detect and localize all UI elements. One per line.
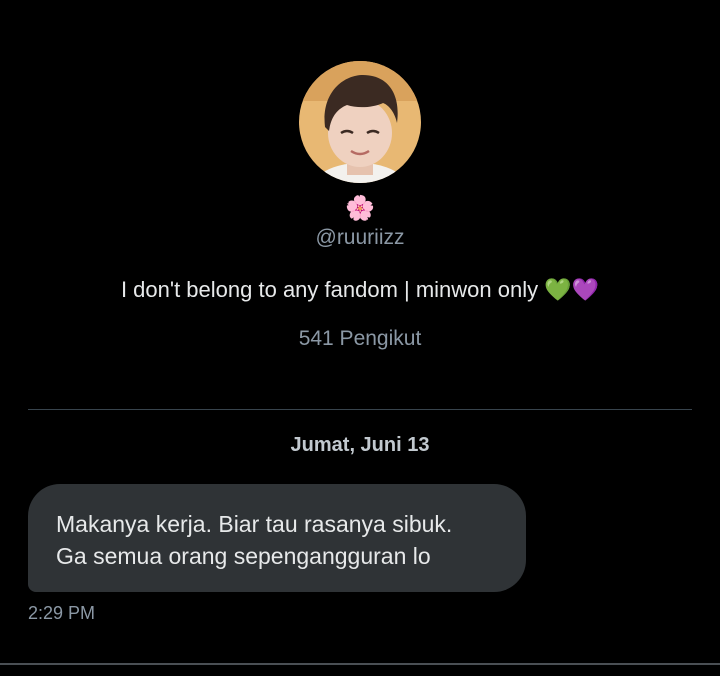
divider — [28, 409, 692, 410]
message-timestamp: 2:29 PM — [28, 603, 96, 623]
message-bubble[interactable]: Makanya kerja. Biar tau rasanya sibuk. G… — [28, 484, 526, 592]
message-text-line: Makanya kerja. Biar tau rasanya sibuk. — [56, 511, 453, 537]
followers-count[interactable]: 541 Pengikut — [0, 325, 720, 353]
date-separator: Jumat, Juni 13 — [290, 434, 430, 456]
profile-photo-icon — [299, 61, 421, 183]
profile-bio: I don't belong to any fandom | minwon on… — [120, 277, 600, 302]
composer-divider — [0, 663, 720, 665]
profile-handle[interactable]: @ruuriizz — [0, 224, 720, 252]
avatar[interactable] — [299, 61, 421, 183]
message-text-line: Ga semua orang sepengangguran lo — [56, 543, 431, 569]
display-name-emoji: 🌸 — [345, 195, 375, 222]
